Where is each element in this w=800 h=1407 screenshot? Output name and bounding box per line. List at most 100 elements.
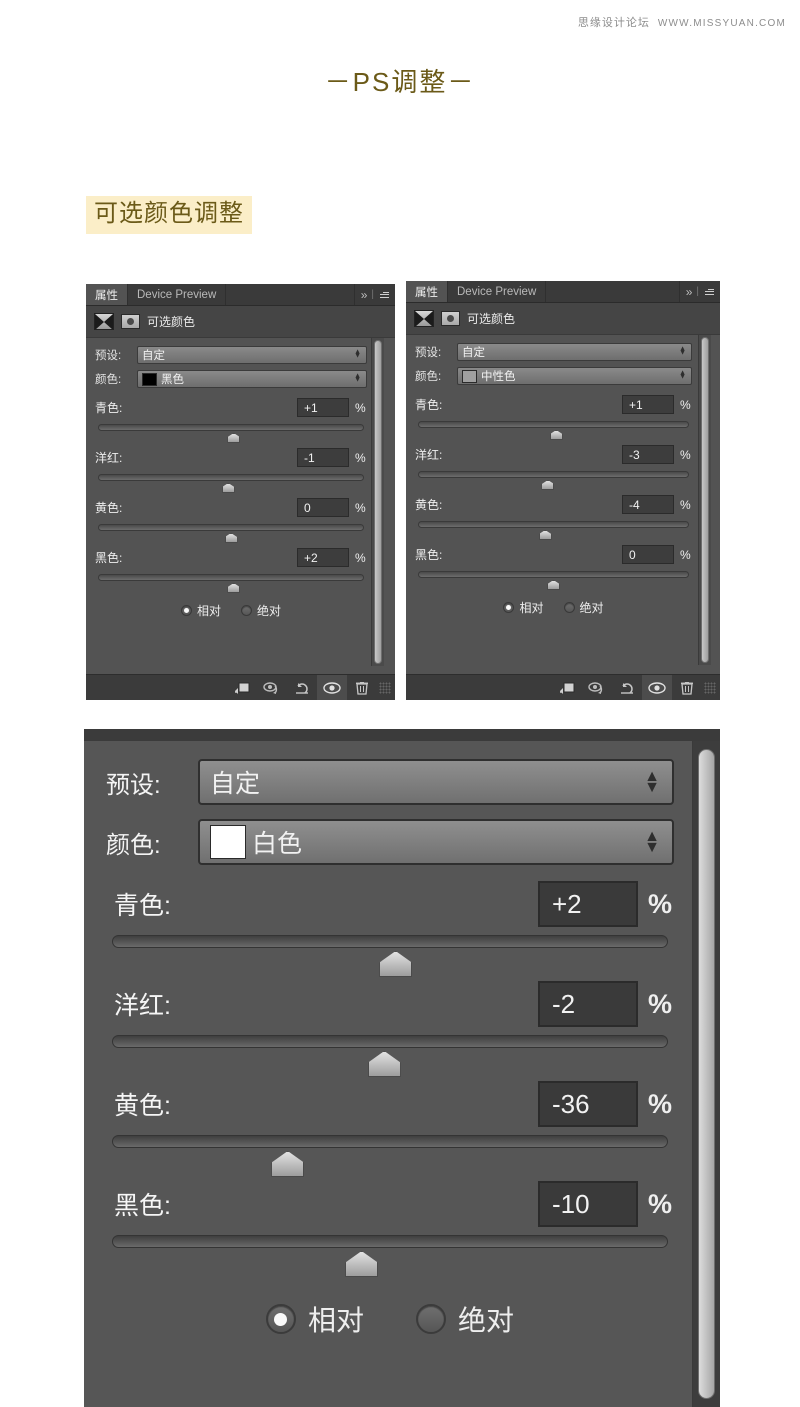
slider-yellow-unit: % [648,1088,673,1119]
slider-magenta-value[interactable]: -2 [538,981,638,1027]
color-dropdown[interactable]: 中性色 ▲ ▼ [457,367,692,385]
panel-scrollbar[interactable] [698,335,711,665]
radio-relative-dot-icon [265,1304,296,1334]
toggle-visibility-icon[interactable] [317,674,347,700]
collapse-chevrons-icon[interactable]: » [361,288,368,302]
panel-footer-toolbar [86,674,395,700]
radio-absolute[interactable]: 绝对 [416,1299,514,1339]
tab-filler [226,284,355,305]
color-label: 颜色: [106,831,161,859]
reset-icon[interactable] [612,675,642,701]
radio-absolute[interactable]: 绝对 [241,602,281,619]
method-radio-group: 相对 绝对 [415,599,692,616]
slider-black-value[interactable]: 0 [622,545,674,564]
collapse-chevrons-icon[interactable]: » [686,285,693,299]
slider-black-track-wrap[interactable] [95,574,367,593]
delete-icon[interactable] [672,675,702,701]
slider-magenta-track-wrap[interactable] [415,471,692,490]
chevron-updown-icon: ▲ ▼ [679,369,686,381]
slider-magenta-value[interactable]: -1 [297,448,349,467]
slider-cyan-value[interactable]: +1 [297,398,349,417]
chevron-updown-icon: ▲ ▼ [354,348,361,360]
slider-black-label: 黑色: [114,1192,171,1220]
slider-yellow-unit: % [355,500,366,515]
slider-magenta-track-wrap[interactable] [95,474,367,493]
panel-tab-controls: » | [355,284,395,305]
tab-device-preview-label: Device Preview [457,285,537,298]
panel-scrollbar[interactable] [692,741,720,1407]
properties-panel-white-enlarged: 预设: 自定 ▲ ▼ 颜色: 白色 ▲ ▼ 青色: +2 % 洋红: -2 % … [84,729,720,1407]
slider-yellow-track-wrap[interactable] [106,1135,674,1177]
slider-yellow-unit: % [680,497,691,512]
panel-scrollbar[interactable] [371,338,384,666]
slider-track [112,1035,668,1048]
tab-properties[interactable]: 属性 [406,281,448,302]
radio-relative[interactable]: 相对 [180,602,221,619]
slider-cyan-track-wrap[interactable] [95,424,367,443]
slider-black-value[interactable]: -10 [538,1181,638,1227]
view-previous-state-icon[interactable] [257,675,287,701]
color-value: 中性色 [481,371,516,383]
slider-magenta-unit: % [648,988,673,1019]
reset-icon[interactable] [287,675,317,701]
page-title: －PS调整－ [324,67,476,97]
slider-cyan-track-wrap[interactable] [415,421,692,440]
watermark-site-name-cn: 思缘设计论坛 [577,17,650,29]
slider-yellow-value[interactable]: -4 [622,495,674,514]
tab-device-preview[interactable]: Device Preview [448,281,547,302]
clip-mask-badge-icon[interactable] [441,311,460,326]
slider-black-value[interactable]: +2 [297,548,349,567]
scrollbar-thumb[interactable] [374,340,382,664]
tab-device-preview[interactable]: Device Preview [128,284,227,305]
slider-magenta-label: 洋红: [114,992,171,1020]
radio-relative[interactable]: 相对 [265,1299,364,1339]
slider-yellow-label: 黄色: [415,498,443,512]
tab-properties-label: 属性 [95,289,118,302]
color-label: 颜色: [415,371,442,383]
radio-absolute[interactable]: 绝对 [563,599,604,616]
clip-to-layer-icon[interactable] [552,675,582,701]
slider-cyan-unit: % [355,400,366,415]
radio-absolute-dot-icon [241,605,252,616]
divider: | [371,289,374,300]
panel-menu-icon[interactable] [705,288,714,295]
slider-magenta-track-wrap[interactable] [106,1035,674,1077]
slider-black-track-wrap[interactable] [106,1235,674,1277]
preset-row: 预设: 自定 ▲ ▼ [95,346,367,364]
slider-black-label: 黑色: [95,551,123,565]
view-previous-state-icon[interactable] [582,675,612,701]
slider-yellow: 黄色: -4 % [415,495,692,540]
delete-icon[interactable] [347,675,377,701]
slider-yellow-value[interactable]: 0 [297,498,349,517]
slider-yellow-track-wrap[interactable] [415,521,692,540]
resize-grip-icon[interactable] [379,681,391,694]
slider-cyan-unit: % [680,397,691,412]
slider-yellow-value[interactable]: -36 [538,1081,638,1127]
panel-menu-icon[interactable] [380,291,389,298]
divider: | [696,286,699,297]
preset-dropdown[interactable]: 自定 ▲ ▼ [137,346,367,364]
color-dropdown[interactable]: 黑色 ▲ ▼ [137,370,367,388]
radio-absolute-dot-icon [416,1304,446,1334]
tab-properties[interactable]: 属性 [86,284,128,305]
clip-to-layer-icon[interactable] [227,675,257,701]
slider-track [418,421,689,428]
panel-content: 预设: 自定 ▲ ▼ 颜色: 白色 ▲ ▼ 青色: +2 % 洋红: -2 % … [84,741,720,1339]
preset-row: 预设: 自定 ▲ ▼ [106,759,698,805]
radio-relative[interactable]: 相对 [503,599,544,616]
clip-mask-badge-icon[interactable] [121,314,140,329]
slider-black-track-wrap[interactable] [415,571,692,590]
slider-cyan-value[interactable]: +2 [538,881,638,927]
slider-cyan-track-wrap[interactable] [106,935,674,977]
color-dropdown[interactable]: 白色 ▲ ▼ [198,819,674,865]
toggle-visibility-icon[interactable] [642,674,672,700]
slider-cyan-value[interactable]: +1 [622,395,674,414]
resize-grip-icon[interactable] [704,681,716,694]
slider-yellow-track-wrap[interactable] [95,524,367,543]
preset-dropdown[interactable]: 自定 ▲ ▼ [198,759,674,805]
scrollbar-thumb[interactable] [701,337,709,663]
preset-value: 自定 [210,770,261,798]
preset-dropdown[interactable]: 自定 ▲ ▼ [457,343,692,361]
scrollbar-thumb[interactable] [698,749,715,1399]
slider-magenta-value[interactable]: -3 [622,445,674,464]
